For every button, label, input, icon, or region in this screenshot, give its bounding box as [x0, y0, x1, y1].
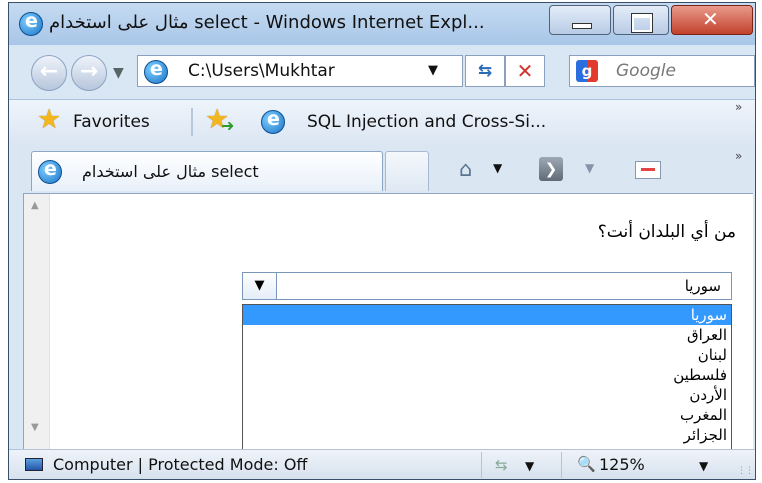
select-option[interactable]: المغرب [243, 405, 731, 425]
refresh-button[interactable]: ⇆ [465, 55, 505, 87]
select-dropdown-arrow-icon[interactable]: ▼ [243, 273, 277, 299]
country-select[interactable]: ▼ سوريا [242, 272, 732, 300]
select-current-value[interactable]: سوريا [685, 277, 721, 295]
tab-bar: مثال على استخدام select ⌂ ▼ ❯ ▼ » [9, 145, 755, 193]
select-option[interactable]: سوريا [243, 305, 731, 325]
maximize-button[interactable] [613, 5, 669, 35]
status-bar: Computer | Protected Mode: Off ⇆ ▼ 🔍 125… [9, 449, 755, 479]
scroll-down-icon[interactable]: ▼ [31, 422, 39, 433]
divider [481, 452, 482, 478]
title-bar[interactable]: مثال على استخدام select - Windows Intern… [9, 3, 755, 45]
security-zone-text[interactable]: Computer | Protected Mode: Off [53, 455, 307, 474]
home-icon[interactable]: ⌂ [459, 157, 472, 181]
tab-select-example[interactable]: مثال على استخدام select [31, 151, 383, 191]
tab-ie-icon [38, 158, 62, 184]
search-placeholder[interactable]: Google [616, 61, 676, 81]
zoom-level[interactable]: 125% [599, 455, 645, 474]
page-content: ▲ ▼ من أي البلدان أنت؟ ▼ سوريا سوريا الع… [23, 193, 753, 450]
address-text[interactable]: C:\Users\Mukhtar [188, 61, 335, 81]
google-logo-icon: g [576, 60, 598, 82]
browser-window: مثال على استخدام select - Windows Intern… [8, 2, 756, 480]
ie-logo-icon [19, 10, 43, 36]
divider [191, 108, 193, 136]
favorites-star-icon[interactable]: ★ [37, 104, 61, 135]
tab-title: مثال على استخدام select [82, 162, 259, 181]
zoom-icon[interactable]: 🔍 [577, 455, 596, 473]
close-button[interactable] [671, 5, 753, 35]
select-option[interactable]: العراق [243, 325, 731, 345]
select-options-list[interactable]: سوريا العراق لبنان فلسطين الأردن المغرب … [242, 304, 732, 450]
add-arrow-icon: ➜ [221, 116, 235, 135]
feeds-dropdown-icon[interactable]: ▼ [585, 161, 594, 175]
address-dropdown-icon[interactable]: ▼ [428, 63, 438, 78]
navigation-bar: ← → ▼ C:\Users\Mukhtar ▼ ⇆ ✕ g Google [9, 49, 755, 97]
protected-mode-dropdown-icon[interactable]: ▼ [525, 459, 534, 473]
feeds-icon[interactable]: ❯ [539, 157, 563, 181]
recent-pages-dropdown-icon[interactable]: ▼ [113, 65, 124, 81]
favorite-page-icon [261, 108, 285, 134]
minimize-button[interactable] [549, 5, 611, 35]
select-option[interactable]: فلسطين [243, 365, 731, 385]
command-bar-more-chevron[interactable]: » [735, 149, 742, 163]
divider [561, 452, 562, 478]
stop-button[interactable]: ✕ [505, 55, 545, 87]
window-title: مثال على استخدام select - Windows Intern… [49, 12, 485, 33]
forward-button[interactable]: → [71, 55, 107, 91]
scroll-up-icon[interactable]: ▲ [31, 200, 39, 211]
select-option[interactable]: لبنان [243, 345, 731, 365]
favorites-bar: ★ Favorites ★ ➜ SQL Injection and Cross-… [9, 99, 755, 146]
home-dropdown-icon[interactable]: ▼ [493, 161, 502, 175]
select-option[interactable]: الجزائر [243, 425, 731, 445]
resize-grip-icon[interactable]: ⋮⋮ [737, 466, 754, 476]
search-box[interactable]: g Google [569, 55, 755, 87]
page-icon [144, 58, 168, 84]
select-option[interactable]: الأردن [243, 385, 731, 405]
computer-icon [25, 458, 43, 471]
address-bar[interactable]: C:\Users\Mukhtar ▼ [137, 55, 463, 87]
favorite-item-sql-injection[interactable]: SQL Injection and Cross-Si... [307, 112, 546, 132]
protected-mode-icon[interactable]: ⇆ [495, 456, 508, 474]
favorites-more-chevron[interactable]: » [735, 100, 742, 114]
vertical-scrollbar[interactable]: ▲ ▼ [24, 194, 50, 449]
read-mail-icon[interactable] [635, 161, 661, 179]
new-tab-button[interactable] [385, 151, 429, 191]
question-label: من أي البلدان أنت؟ [597, 222, 736, 242]
zoom-dropdown-icon[interactable]: ▼ [699, 459, 708, 473]
back-button[interactable]: ← [31, 55, 67, 91]
favorites-button[interactable]: Favorites [73, 112, 150, 132]
